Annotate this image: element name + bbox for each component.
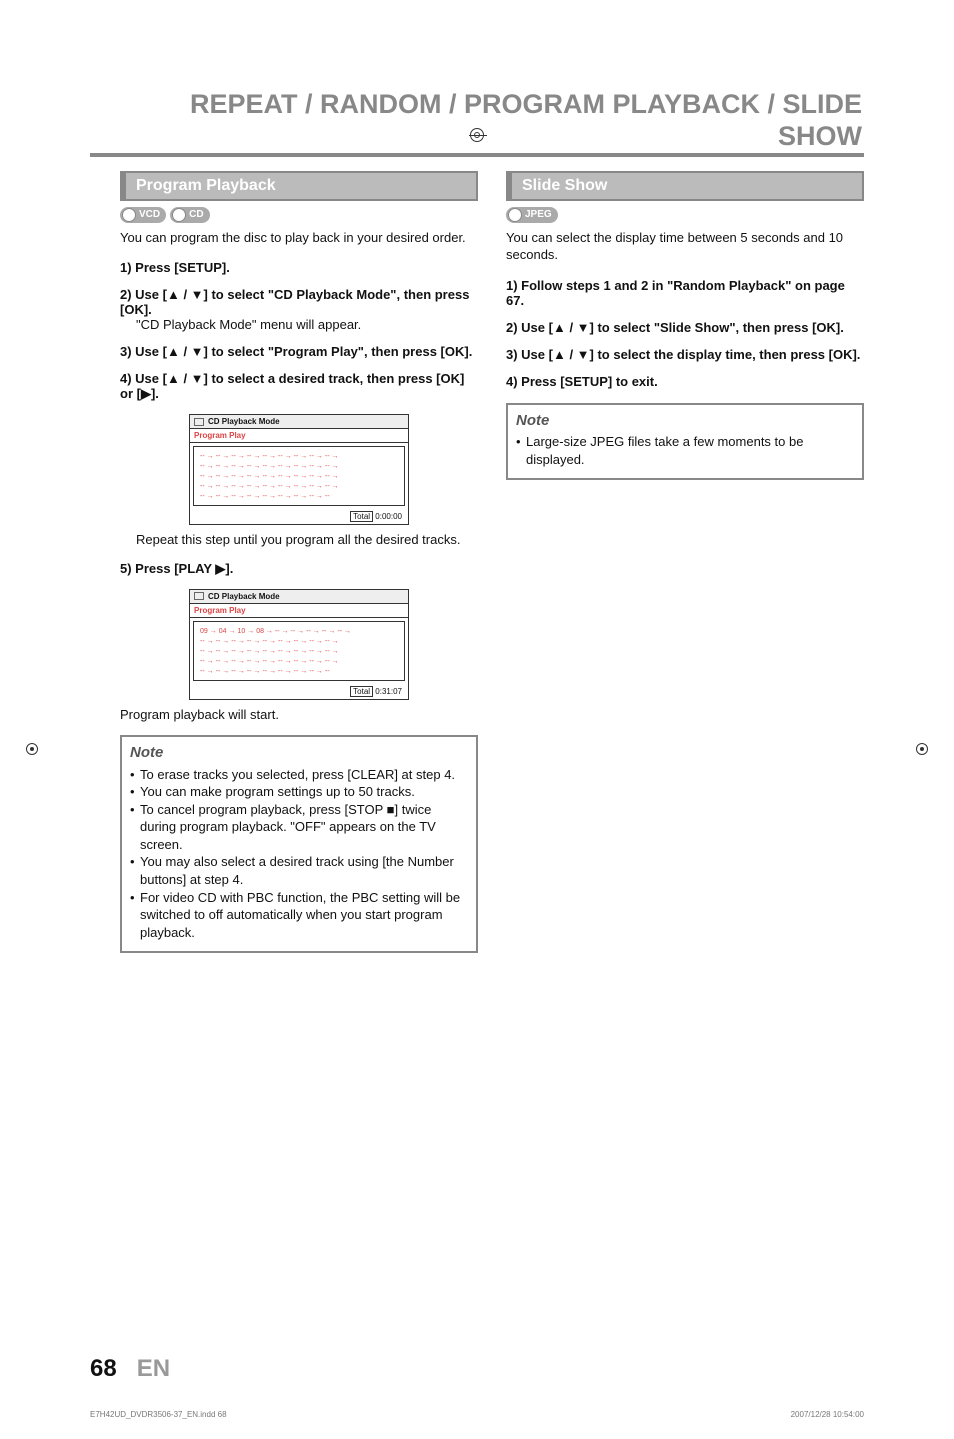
right-column: Slide Show JPEG You can select the displ… — [506, 171, 864, 953]
r-step-2-head: 2) Use [▲ / ▼] to select "Slide Show", t… — [506, 320, 844, 335]
slideshow-intro: You can select the display time between … — [506, 229, 864, 264]
left-note-list: To erase tracks you selected, press [CLE… — [130, 766, 468, 941]
print-mark-right: 2007/12/28 10:54:00 — [791, 1410, 864, 1419]
page-lang: EN — [137, 1355, 170, 1383]
right-note-title: Note — [516, 411, 854, 431]
cd-badge: CD — [170, 207, 209, 223]
step-2: 2) Use [▲ / ▼] to select "CD Playback Mo… — [120, 287, 478, 332]
step-4: 4) Use [▲ / ▼] to select a desired track… — [120, 371, 478, 402]
after-cd2: Program playback will start. — [120, 706, 478, 724]
main-columns: Program Playback VCD CD You can program … — [0, 157, 954, 953]
r-step-3: 3) Use [▲ / ▼] to select the display tim… — [506, 347, 864, 362]
cd1-sub: Program Play — [190, 429, 408, 443]
jpeg-badges: JPEG — [506, 207, 864, 223]
right-note-list: Large-size JPEG files take a few moments… — [516, 433, 854, 468]
cd-badge-label: CD — [189, 209, 203, 220]
r-step-1-head: 1) Follow steps 1 and 2 in "Random Playb… — [506, 278, 845, 308]
step-1: 1) Press [SETUP]. — [120, 260, 478, 275]
note-item: You can make program settings up to 50 t… — [130, 783, 468, 801]
cd2-sub: Program Play — [190, 604, 408, 618]
cd1-total-val: 0:00:00 — [375, 512, 402, 521]
cd2-grid: 09 →04 →10 →08 →-- →-- →-- →-- →-- →-- →… — [193, 621, 405, 681]
program-intro: You can program the disc to play back in… — [120, 229, 478, 247]
cd1-total: Total 0:00:00 — [190, 509, 408, 524]
jpeg-badge-label: JPEG — [525, 209, 552, 220]
left-note-title: Note — [130, 743, 468, 763]
step-2-head: 2) Use [▲ / ▼] to select "CD Playback Mo… — [120, 287, 478, 317]
r-step-2: 2) Use [▲ / ▼] to select "Slide Show", t… — [506, 320, 864, 335]
registration-mark-left — [26, 743, 38, 755]
registration-mark-right — [916, 743, 928, 755]
disc-badges: VCD CD — [120, 207, 478, 223]
page-number: 68 — [90, 1355, 117, 1383]
cd1-grid: -- →-- →-- →-- →-- →-- →-- →-- →-- →-- →… — [193, 446, 405, 506]
step-5: 5) Press [PLAY ▶]. — [120, 561, 478, 577]
step-3-head: 3) Use [▲ / ▼] to select "Program Play",… — [120, 344, 472, 359]
cd1-title: CD Playback Mode — [190, 415, 408, 429]
r-step-3-head: 3) Use [▲ / ▼] to select the display tim… — [506, 347, 860, 362]
step-3: 3) Use [▲ / ▼] to select "Program Play",… — [120, 344, 478, 359]
note-item: To erase tracks you selected, press [CLE… — [130, 766, 468, 784]
vcd-badge: VCD — [120, 207, 166, 223]
r-step-4-head: 4) Press [SETUP] to exit. — [506, 374, 658, 389]
cd2-title-text: CD Playback Mode — [208, 592, 280, 601]
step-1-head: 1) Press [SETUP]. — [120, 260, 230, 275]
slideshow-heading: Slide Show — [506, 171, 864, 201]
r-step-4: 4) Press [SETUP] to exit. — [506, 374, 864, 389]
crop-mark-top — [470, 128, 484, 142]
window-icon — [194, 592, 204, 600]
left-column: Program Playback VCD CD You can program … — [120, 171, 478, 953]
note-item: To cancel program playback, press [STOP … — [130, 801, 468, 854]
cd1-total-label: Total — [350, 511, 373, 522]
footer: 68 EN — [90, 1355, 170, 1383]
note-item: You may also select a desired track usin… — [130, 853, 468, 888]
r-step-1: 1) Follow steps 1 and 2 in "Random Playb… — [506, 278, 864, 308]
cd-window-1: CD Playback Mode Program Play -- →-- →--… — [189, 414, 409, 525]
right-note-box: Note Large-size JPEG files take a few mo… — [506, 403, 864, 480]
note-item: Large-size JPEG files take a few moments… — [516, 433, 854, 468]
vcd-badge-label: VCD — [139, 209, 160, 220]
after-cd1: Repeat this step until you program all t… — [136, 531, 478, 549]
jpeg-badge: JPEG — [506, 207, 558, 223]
note-item: For video CD with PBC function, the PBC … — [130, 889, 468, 942]
step-5-head: 5) Press [PLAY ▶]. — [120, 561, 233, 576]
cd2-total-val: 0:31:07 — [375, 687, 402, 696]
cd-window-2: CD Playback Mode Program Play 09 →04 →10… — [189, 589, 409, 700]
left-note-box: Note To erase tracks you selected, press… — [120, 735, 478, 953]
cd1-title-text: CD Playback Mode — [208, 417, 280, 426]
cd2-total: Total 0:31:07 — [190, 684, 408, 699]
page-title: REPEAT / RANDOM / PROGRAM PLAYBACK / SLI… — [90, 88, 864, 157]
cd2-title: CD Playback Mode — [190, 590, 408, 604]
print-mark-left: E7H42UD_DVDR3506-37_EN.indd 68 — [90, 1410, 227, 1419]
step-2-body: "CD Playback Mode" menu will appear. — [120, 317, 478, 332]
step-4-head: 4) Use [▲ / ▼] to select a desired track… — [120, 371, 464, 401]
window-icon — [194, 418, 204, 426]
program-playback-heading: Program Playback — [120, 171, 478, 201]
cd2-total-label: Total — [350, 686, 373, 697]
